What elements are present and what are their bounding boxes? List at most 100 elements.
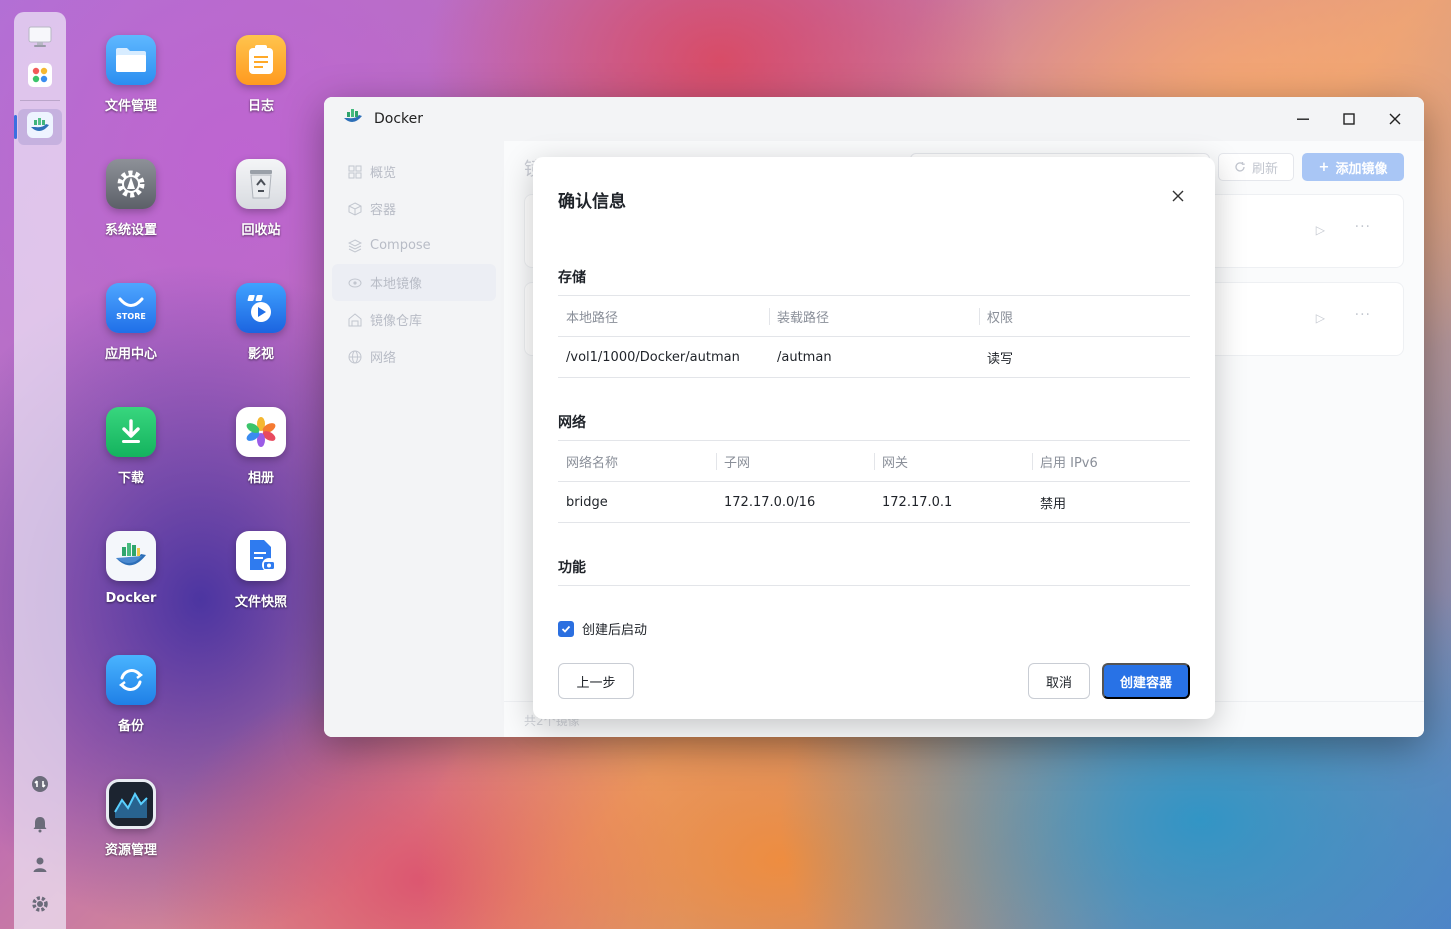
user-icon[interactable] [27, 851, 53, 877]
desktop-icon-recycle-bin[interactable]: 回收站 [211, 159, 311, 238]
close-icon [1389, 113, 1401, 125]
minimize-icon [1297, 118, 1309, 120]
nav-network[interactable]: 网络 [332, 338, 496, 375]
storage-table: 本地路径 装载路径 权限 /vol1/1000/Docker/autman /a… [558, 295, 1190, 378]
plus-icon: + [1318, 159, 1330, 175]
play-icon[interactable]: ▷ [1316, 311, 1325, 325]
add-image-button[interactable]: + 添加镜像 [1302, 153, 1404, 181]
dock [14, 12, 66, 929]
video-player-icon [236, 283, 286, 333]
desktop-icon-label: 相册 [247, 471, 274, 486]
dialog-close-button[interactable] [1167, 185, 1189, 207]
more-icon[interactable]: ··· [1355, 219, 1371, 235]
globe-icon [348, 350, 362, 363]
dialog-title: 确认信息 [558, 192, 626, 212]
store-tile-text: STORE [116, 311, 146, 321]
store-icon: STORE [106, 283, 156, 333]
photos-icon [236, 407, 286, 457]
cube-icon [348, 201, 362, 216]
warehouse-icon [348, 312, 362, 326]
close-icon [1172, 190, 1184, 202]
ipv6-cell: 禁用 [1040, 496, 1067, 512]
folder-icon [106, 35, 156, 85]
subnet-cell: 172.17.0.0/16 [724, 494, 816, 510]
settings-gear-icon [106, 159, 156, 209]
more-icon[interactable]: ··· [1355, 307, 1371, 323]
desktop-icon-label: 下载 [117, 471, 144, 486]
desktop-icon-label: 备份 [117, 719, 144, 734]
bell-icon[interactable] [27, 811, 53, 837]
column-header: 子网 [716, 441, 874, 481]
close-window-button[interactable] [1376, 104, 1414, 134]
nav-label: Compose [370, 238, 431, 253]
column-header: 网关 [874, 441, 1032, 481]
maximize-button[interactable] [1330, 104, 1368, 134]
nav-image-registry[interactable]: 镜像仓库 [332, 301, 496, 338]
column-header: 本地路径 [566, 310, 619, 326]
table-row: /vol1/1000/Docker/autman /autman 读写 [558, 337, 1190, 378]
features-divider [558, 585, 1190, 586]
nav-label: 网络 [370, 351, 397, 366]
nav-overview[interactable]: 概览 [332, 153, 496, 190]
dock-separator [20, 100, 60, 101]
backup-icon [106, 655, 156, 705]
docker-sidebar: 概览 容器 Compose 本地镜像 镜像仓库 网络 [324, 141, 504, 737]
network-table: 网络名称 子网 网关 启用 IPv6 bridge 172.17.0.0/16 … [558, 440, 1190, 523]
overview-grid-icon [348, 165, 362, 178]
column-header: 装载路径 [769, 296, 979, 336]
layers-icon [348, 238, 362, 253]
desktop-icon-app-center[interactable]: STORE 应用中心 [81, 283, 181, 362]
desktop-icon-label: 文件管理 [104, 99, 157, 114]
desktop-icon-resource-monitor[interactable]: 资源管理 [81, 779, 181, 858]
mount-path-cell: /autman [777, 349, 832, 365]
start-after-create-checkbox[interactable]: 创建后启动 [558, 619, 647, 638]
play-icon[interactable]: ▷ [1316, 223, 1325, 237]
desktop-icon-label: 日志 [247, 99, 274, 114]
apps-grid-icon[interactable] [27, 62, 53, 88]
desktop-icon-backup[interactable]: 备份 [81, 655, 181, 734]
docker-whale-icon [342, 106, 364, 132]
recycle-bin-icon [236, 159, 286, 209]
permission-cell: 读写 [987, 351, 1014, 367]
window-titlebar[interactable]: Docker [324, 97, 1424, 141]
minimize-button[interactable] [1284, 104, 1322, 134]
download-icon [106, 407, 156, 457]
desktop-icon-download[interactable]: 下载 [81, 407, 181, 486]
confirm-dialog: 确认信息 存储 本地路径 装载路径 权限 /vol1/1000/Docker/a… [533, 157, 1215, 719]
desktop-icon-file-snapshot[interactable]: 文件快照 [211, 531, 311, 610]
checkbox-checked-icon [558, 620, 574, 637]
docker-whale-icon [27, 112, 53, 142]
desktop-icon-label: Docker [105, 591, 157, 606]
cancel-button[interactable]: 取消 [1028, 663, 1090, 699]
desktop-icon-log[interactable]: 日志 [211, 35, 311, 114]
column-header: 网络名称 [566, 455, 619, 471]
previous-step-button[interactable]: 上一步 [558, 663, 634, 699]
refresh-button[interactable]: 刷新 [1218, 153, 1294, 181]
desktop-icon-label: 影视 [247, 347, 274, 362]
monitor-icon[interactable] [27, 24, 53, 50]
window-title: Docker [374, 111, 424, 127]
gateway-cell: 172.17.0.1 [882, 494, 953, 510]
nav-compose[interactable]: Compose [332, 227, 496, 264]
nav-label: 镜像仓库 [370, 314, 423, 329]
disk-icon [348, 278, 362, 287]
desktop-icon-label: 应用中心 [104, 347, 157, 362]
desktop-icon-settings[interactable]: 系统设置 [81, 159, 181, 238]
gear-icon[interactable] [27, 891, 53, 917]
refresh-label: 刷新 [1251, 161, 1278, 177]
desktop-icon-video[interactable]: 影视 [211, 283, 311, 362]
storage-section-title: 存储 [558, 270, 586, 286]
desktop-icon-photos[interactable]: 相册 [211, 407, 311, 486]
column-header: 权限 [979, 296, 1190, 336]
create-container-button[interactable]: 创建容器 [1102, 663, 1190, 699]
network-section-title: 网络 [558, 415, 586, 431]
file-snapshot-icon [236, 531, 286, 581]
nav-local-images[interactable]: 本地镜像 [332, 264, 496, 301]
sync-icon[interactable] [27, 771, 53, 797]
dock-running-docker[interactable] [14, 109, 62, 145]
add-image-label: 添加镜像 [1335, 161, 1388, 177]
nav-containers[interactable]: 容器 [332, 190, 496, 227]
desktop-icon-file-manager[interactable]: 文件管理 [81, 35, 181, 114]
desktop-icon-docker[interactable]: Docker [81, 531, 181, 606]
column-header: 启用 IPv6 [1032, 441, 1190, 481]
